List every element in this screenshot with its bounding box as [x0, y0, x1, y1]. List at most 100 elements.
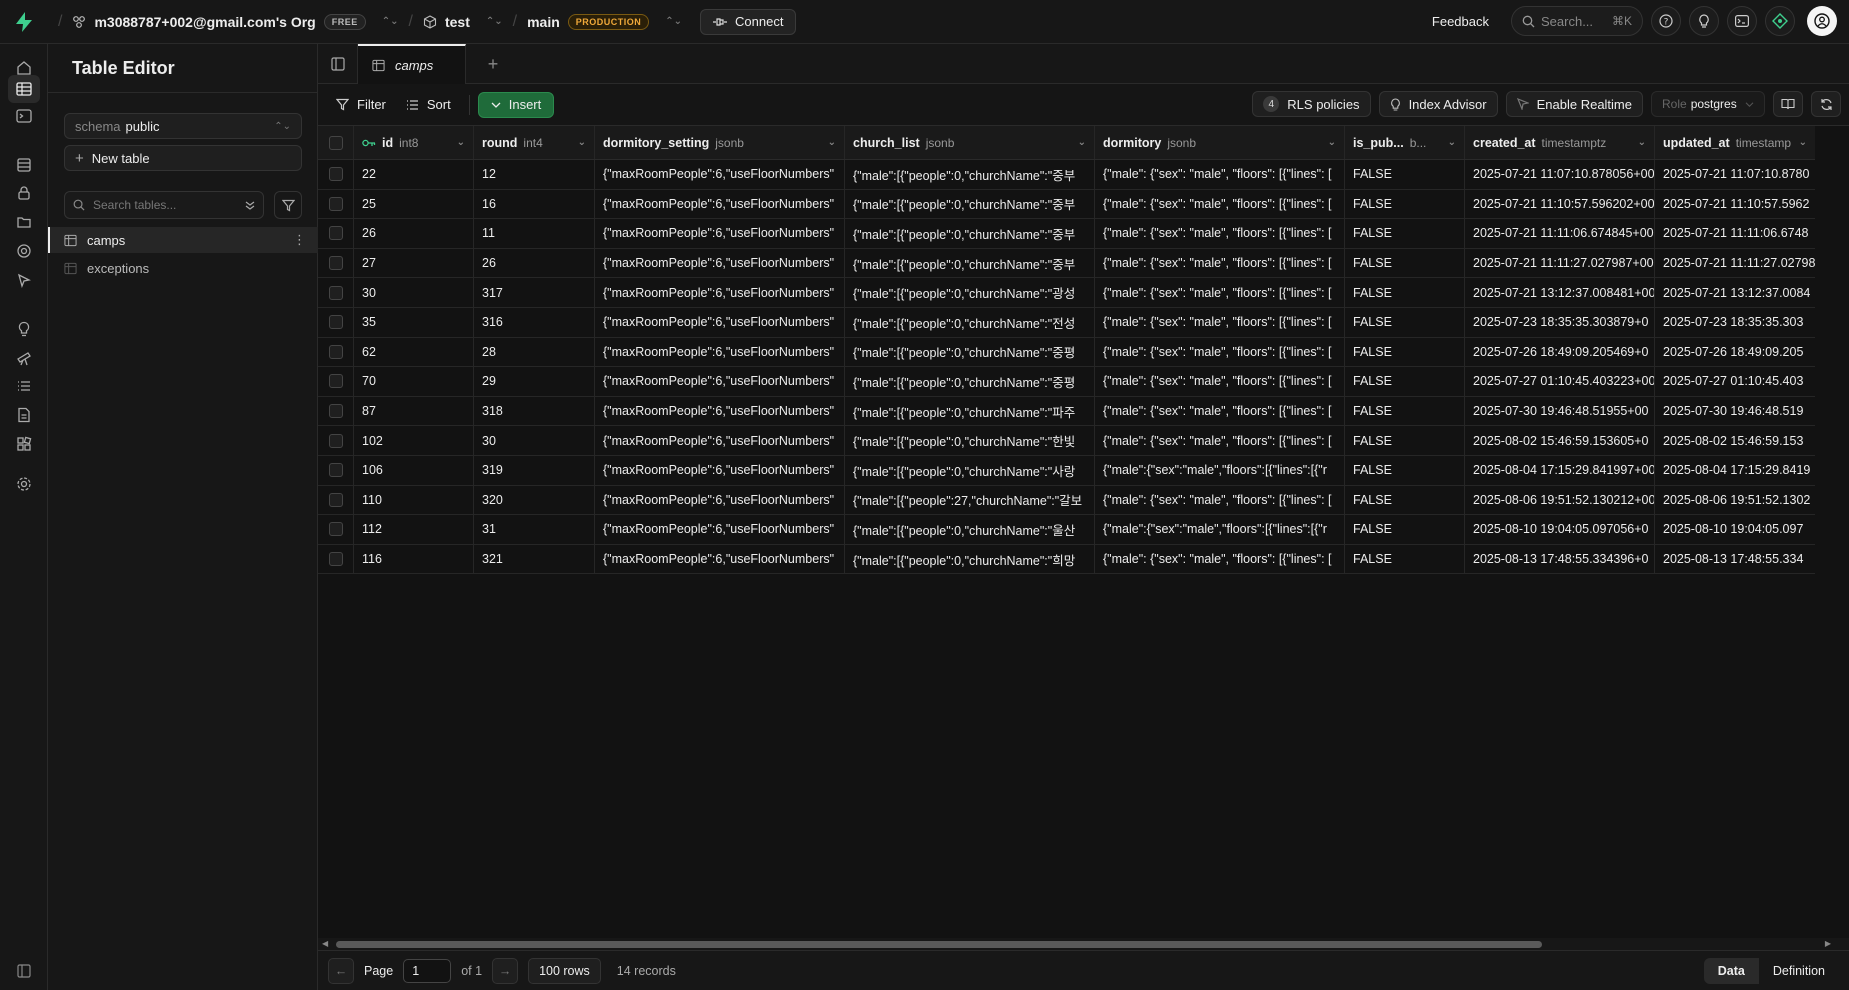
table-cell[interactable]: 2025-07-21 13:12:37.008481+00 [1465, 278, 1655, 307]
table-cell[interactable]: 320 [474, 485, 595, 515]
toggle-panel-button[interactable] [318, 44, 358, 84]
table-cell[interactable]: {"male":[{"people":0,"churchName":"중평 [845, 337, 1095, 367]
table-cell[interactable]: 110 [354, 485, 474, 515]
row-checkbox[interactable] [328, 315, 343, 330]
index-advisor-button[interactable]: Index Advisor [1378, 91, 1498, 117]
table-cell[interactable]: 27 [354, 248, 474, 278]
previous-page-button[interactable]: ← [328, 957, 354, 984]
table-cell[interactable]: 29 [474, 367, 595, 396]
org-switcher[interactable]: m3088787+002@gmail.com's Org FREE ⌃⌄ [72, 13, 399, 30]
table-cell[interactable]: {"maxRoomPeople":6,"useFloorNumbers" [595, 219, 845, 248]
table-row[interactable]: 116 321 {"maxRoomPeople":6,"useFloorNumber… [318, 544, 1815, 575]
table-row[interactable]: 87 318 {"maxRoomPeople":6,"useFloorNumbers… [318, 396, 1815, 427]
table-cell[interactable]: {"male": {"sex": "male", "floors": [{"li… [1095, 248, 1345, 278]
table-cell[interactable]: 319 [474, 456, 595, 485]
table-row[interactable]: 27 26 {"maxRoomPeople":6,"useFloorNumbers"… [318, 248, 1815, 279]
terminal-button[interactable] [1727, 6, 1757, 36]
table-cell[interactable]: 2025-08-10 19:04:05.097056+0 [1465, 515, 1655, 544]
table-cell[interactable]: {"maxRoomPeople":6,"useFloorNumbers" [595, 308, 845, 337]
table-cell[interactable]: 2025-07-27 01:10:45.403223+00 [1465, 367, 1655, 396]
table-cell[interactable]: 317 [474, 278, 595, 307]
table-cell[interactable]: {"male":[{"people":0,"churchName":"광성 [845, 278, 1095, 307]
table-cell[interactable]: {"male": {"sex": "male", "floors": [{"li… [1095, 278, 1345, 307]
table-cell[interactable]: 16 [474, 189, 595, 219]
column-header[interactable]: round int4 ⌄ [474, 126, 595, 159]
page-number-input[interactable]: 1 [403, 958, 452, 983]
scroll-left-icon[interactable]: ◀ [322, 939, 328, 948]
table-row[interactable]: 30 317 {"maxRoomPeople":6,"useFloorNumbers… [318, 278, 1815, 308]
table-cell[interactable]: {"male": {"sex": "male", "floors": [{"li… [1095, 308, 1345, 337]
table-cell[interactable]: 2025-07-27 01:10:45.403 [1655, 367, 1815, 396]
table-cell[interactable]: {"male":[{"people":0,"churchName":"중평 [845, 367, 1095, 396]
table-editor-icon[interactable] [8, 75, 40, 103]
chevron-down-icon[interactable]: ⌄ [1448, 137, 1456, 148]
table-cell[interactable]: 2025-07-21 11:10:57.596202+00 [1465, 189, 1655, 219]
table-row[interactable]: 102 30 {"maxRoomPeople":6,"useFloorNumbers… [318, 426, 1815, 456]
table-cell[interactable]: FALSE [1345, 396, 1465, 426]
table-row[interactable]: 35 316 {"maxRoomPeople":6,"useFloorNumbers… [318, 308, 1815, 338]
table-cell[interactable]: 112 [354, 515, 474, 544]
supabase-logo[interactable] [0, 0, 48, 44]
row-checkbox[interactable] [328, 196, 343, 211]
table-cell[interactable]: {"maxRoomPeople":6,"useFloorNumbers" [595, 456, 845, 485]
table-row[interactable]: 62 28 {"maxRoomPeople":6,"useFloorNumbers"… [318, 337, 1815, 368]
chevron-down-icon[interactable]: ⌄ [1638, 137, 1646, 148]
row-checkbox[interactable] [328, 404, 343, 419]
table-cell[interactable]: {"maxRoomPeople":6,"useFloorNumbers" [595, 426, 845, 455]
table-cell[interactable]: 25 [354, 189, 474, 219]
scrollbar-thumb[interactable] [336, 941, 1542, 948]
table-cell[interactable]: {"maxRoomPeople":6,"useFloorNumbers" [595, 278, 845, 307]
rls-policies-button[interactable]: 4 RLS policies [1252, 91, 1371, 117]
row-checkbox[interactable] [328, 167, 343, 182]
rows-per-page-select[interactable]: 100 rows [528, 957, 601, 984]
edge-functions-icon[interactable] [14, 270, 34, 290]
table-cell[interactable]: {"male": {"sex": "male", "floors": [{"li… [1095, 485, 1345, 515]
table-cell[interactable]: {"male":[{"people":0,"churchName":"중부 [845, 219, 1095, 248]
table-cell[interactable]: 31 [474, 515, 595, 544]
api-docs-icon[interactable] [14, 405, 34, 425]
table-cell[interactable]: 22 [354, 160, 474, 189]
filter-tables-button[interactable] [274, 191, 302, 219]
table-cell[interactable]: 2025-07-21 11:07:10.878056+00 [1465, 160, 1655, 189]
table-cell[interactable]: FALSE [1345, 248, 1465, 278]
row-checkbox[interactable] [328, 433, 343, 448]
row-checkbox[interactable] [328, 226, 343, 241]
table-cell[interactable]: {"maxRoomPeople":6,"useFloorNumbers" [595, 248, 845, 278]
sort-button[interactable]: Sort [396, 92, 461, 118]
table-cell[interactable]: 2025-07-23 18:35:35.303879+0 [1465, 308, 1655, 337]
table-cell[interactable]: {"male":[{"people":0,"churchName":"파주 [845, 396, 1095, 426]
table-cell[interactable]: 35 [354, 308, 474, 337]
table-cell[interactable]: 26 [354, 219, 474, 248]
table-cell[interactable]: {"male":{"sex":"male","floors":[{"lines"… [1095, 515, 1345, 544]
insert-button[interactable]: Insert [477, 91, 555, 118]
chevron-down-icon[interactable]: ⌄ [1799, 137, 1807, 148]
connect-button[interactable]: Connect [700, 8, 797, 35]
table-cell[interactable]: {"male":[{"people":0,"churchName":"전성 [845, 308, 1095, 337]
chevron-down-icon[interactable]: ⌄ [457, 137, 465, 148]
table-cell[interactable]: {"maxRoomPeople":6,"useFloorNumbers" [595, 515, 845, 544]
search-tables-input[interactable]: Search tables... [64, 191, 264, 219]
table-cell[interactable]: {"male":[{"people":0,"churchName":"희망 [845, 544, 1095, 574]
chevron-down-icon[interactable]: ⌄ [1328, 137, 1336, 148]
table-row[interactable]: 25 16 {"maxRoomPeople":6,"useFloorNumbers"… [318, 189, 1815, 220]
more-vertical-icon[interactable]: ⋮ [293, 232, 306, 248]
new-tab-button[interactable]: + [478, 44, 508, 84]
help-button[interactable]: ? [1651, 6, 1681, 36]
table-cell[interactable]: FALSE [1345, 367, 1465, 396]
row-checkbox[interactable] [328, 522, 343, 537]
row-checkbox[interactable] [328, 374, 343, 389]
table-cell[interactable]: 30 [474, 426, 595, 455]
table-row[interactable]: 112 31 {"maxRoomPeople":6,"useFloorNumbers… [318, 515, 1815, 545]
table-cell[interactable]: {"male": {"sex": "male", "floors": [{"li… [1095, 189, 1345, 219]
row-checkbox[interactable] [328, 285, 343, 300]
table-cell[interactable]: 2025-07-30 19:46:48.519 [1655, 397, 1815, 426]
table-cell[interactable]: {"male": {"sex": "male", "floors": [{"li… [1095, 160, 1345, 189]
table-cell[interactable]: 2025-07-21 11:11:27.027987+00 [1465, 248, 1655, 278]
refresh-button[interactable] [1811, 91, 1841, 117]
sql-editor-icon[interactable] [14, 106, 34, 126]
table-cell[interactable]: 2025-07-26 18:49:09.205469+0 [1465, 337, 1655, 367]
table-cell[interactable]: {"male":[{"people":0,"churchName":"중부 [845, 248, 1095, 278]
advisors-lightbulb-icon[interactable] [14, 319, 34, 339]
role-select[interactable]: Role postgres [1651, 91, 1765, 117]
branch-switcher[interactable]: main PRODUCTION ⌃⌄ [527, 13, 682, 30]
